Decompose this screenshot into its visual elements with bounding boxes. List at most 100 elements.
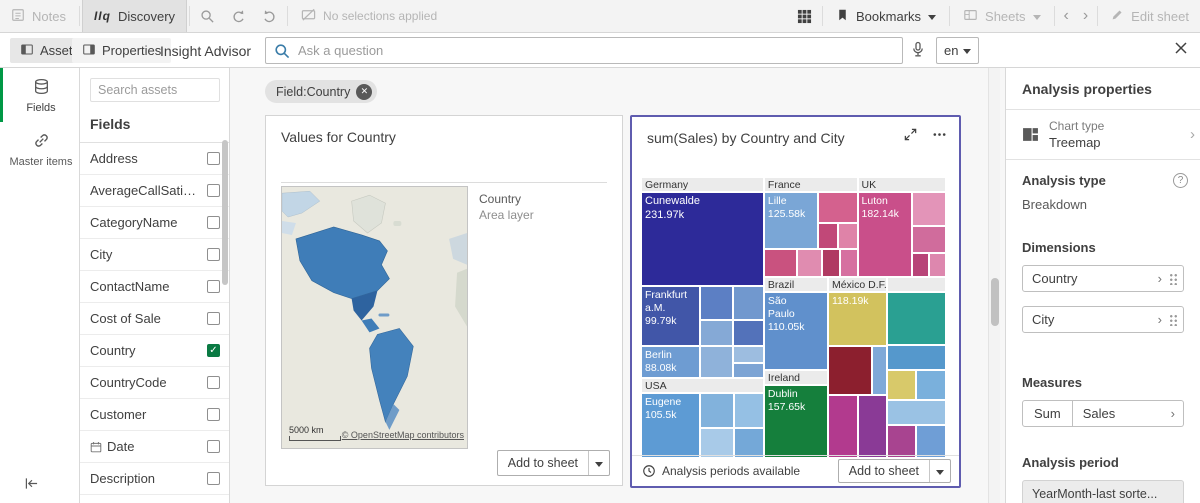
field-row-country[interactable]: Country bbox=[80, 335, 229, 367]
measure-aggregation[interactable]: Sum bbox=[1022, 400, 1073, 427]
sheets-button[interactable]: Sheets bbox=[952, 0, 1051, 32]
treemap-group-header[interactable] bbox=[887, 277, 946, 292]
field-row-averagecallsatisfaction[interactable]: AverageCallSatisfa... bbox=[80, 175, 229, 207]
notes-button[interactable]: Notes bbox=[0, 0, 77, 32]
add-to-sheet-button[interactable]: Add to sheet bbox=[497, 450, 610, 476]
more-options-icon[interactable] bbox=[932, 127, 947, 145]
search-assets-input[interactable] bbox=[90, 78, 220, 102]
treemap-cell-dublin[interactable]: Dublin 157.65k bbox=[764, 385, 828, 458]
treemap-cell-lille[interactable]: Lille 125.58k bbox=[764, 192, 818, 249]
treemap-group-header[interactable]: Brazil bbox=[764, 277, 828, 292]
help-icon[interactable]: ? bbox=[1173, 173, 1188, 188]
treemap-cell-cunewalde[interactable]: Cunewalde 231.97k bbox=[641, 192, 764, 286]
drag-handle[interactable] bbox=[1168, 313, 1177, 326]
field-checkbox[interactable] bbox=[207, 248, 220, 261]
chart-type-row[interactable]: Chart type Treemap › bbox=[1006, 110, 1200, 159]
field-checkbox[interactable] bbox=[207, 280, 220, 293]
treemap-cell-luton[interactable]: Luton 182.14k bbox=[858, 192, 912, 277]
treemap-group-header[interactable]: France bbox=[764, 177, 858, 192]
treemap-cell[interactable] bbox=[887, 425, 917, 458]
analysis-period-item[interactable]: YearMonth-last sorte... bbox=[1022, 480, 1184, 503]
treemap-cell[interactable] bbox=[887, 345, 946, 370]
treemap-cell[interactable] bbox=[700, 346, 733, 378]
treemap-cell[interactable] bbox=[733, 320, 764, 346]
add-to-sheet-button[interactable]: Add to sheet bbox=[838, 459, 951, 483]
treemap-group-header[interactable]: México D.F. bbox=[828, 277, 887, 292]
field-checkbox[interactable] bbox=[207, 216, 220, 229]
treemap-cell[interactable] bbox=[887, 292, 946, 345]
treemap-cell[interactable] bbox=[887, 370, 917, 400]
measure-field[interactable]: Sales › bbox=[1073, 400, 1184, 427]
language-select[interactable]: en bbox=[936, 37, 979, 64]
field-checkbox[interactable] bbox=[207, 152, 220, 165]
field-row-city[interactable]: City bbox=[80, 239, 229, 271]
field-checkbox[interactable] bbox=[207, 440, 220, 453]
treemap-group-header[interactable]: USA bbox=[641, 378, 764, 393]
treemap-cell[interactable] bbox=[916, 370, 946, 400]
treemap-cell[interactable] bbox=[733, 363, 764, 378]
sidebar-tab-fields[interactable]: Fields bbox=[0, 68, 79, 122]
dimension-item-country[interactable]: Country › bbox=[1022, 265, 1184, 292]
field-row-cost-of-sale[interactable]: Cost of Sale bbox=[80, 303, 229, 335]
treemap-cell-frankfurt[interactable]: Frankfurt a.M. 99.79k bbox=[641, 286, 700, 346]
field-checkbox-checked[interactable] bbox=[207, 344, 220, 357]
add-to-sheet-dropdown[interactable] bbox=[588, 451, 609, 475]
bookmarks-button[interactable]: Bookmarks bbox=[825, 0, 947, 32]
treemap-cell[interactable] bbox=[818, 223, 838, 249]
step-forward-icon[interactable] bbox=[254, 0, 285, 32]
field-row-contactname[interactable]: ContactName bbox=[80, 271, 229, 303]
treemap-cell[interactable] bbox=[700, 286, 733, 320]
drag-handle[interactable] bbox=[1168, 272, 1177, 285]
properties-button[interactable]: Properties bbox=[72, 38, 171, 63]
smart-search-icon[interactable] bbox=[192, 0, 223, 32]
map[interactable]: 5000 km © OpenStreetMap contributors bbox=[281, 186, 468, 449]
next-sheet-button[interactable]: › bbox=[1076, 0, 1095, 32]
treemap-cell[interactable] bbox=[822, 249, 839, 277]
expand-icon[interactable] bbox=[903, 127, 918, 145]
treemap-group-header[interactable]: Ireland bbox=[764, 370, 828, 385]
close-icon[interactable] bbox=[1174, 41, 1188, 58]
treemap-cell[interactable] bbox=[734, 393, 764, 428]
previous-sheet-button[interactable]: ‹ bbox=[1057, 0, 1076, 32]
main-scrollbar[interactable] bbox=[988, 68, 1000, 503]
scrollbar-thumb[interactable] bbox=[991, 278, 999, 326]
map-card[interactable]: Values for Country bbox=[265, 115, 623, 486]
measure-item-sales[interactable]: Sum Sales › bbox=[1022, 400, 1184, 427]
field-checkbox[interactable] bbox=[207, 472, 220, 485]
treemap[interactable]: Germany France UK Brazil México D.F. Ire… bbox=[641, 177, 946, 458]
treemap-cell-eugene[interactable]: Eugene 105.5k bbox=[641, 393, 700, 458]
dimension-item-city[interactable]: City › bbox=[1022, 306, 1184, 333]
treemap-cell[interactable] bbox=[818, 192, 858, 223]
treemap-cell[interactable] bbox=[828, 395, 859, 458]
filter-chip[interactable]: Field:Country ✕ bbox=[265, 80, 377, 103]
edit-sheet-button[interactable]: Edit sheet bbox=[1100, 0, 1200, 32]
treemap-group-header[interactable]: UK bbox=[858, 177, 946, 192]
treemap-cell[interactable] bbox=[700, 428, 734, 458]
treemap-cell[interactable] bbox=[797, 249, 822, 277]
treemap-cell[interactable] bbox=[840, 249, 858, 277]
treemap-cell[interactable] bbox=[929, 253, 946, 277]
treemap-cell[interactable] bbox=[764, 249, 798, 277]
chevron-right-icon[interactable]: › bbox=[1187, 126, 1198, 143]
treemap-cell-sao-paulo[interactable]: São Paulo 110.05k bbox=[764, 292, 828, 370]
discovery-tab[interactable]: IIq Discovery bbox=[82, 0, 187, 32]
field-checkbox[interactable] bbox=[207, 312, 220, 325]
map-attribution[interactable]: © OpenStreetMap contributors bbox=[342, 430, 464, 440]
treemap-cell[interactable] bbox=[912, 192, 946, 227]
treemap-cell[interactable] bbox=[733, 346, 764, 363]
treemap-cell[interactable] bbox=[838, 223, 858, 249]
field-row-description[interactable]: Description bbox=[80, 463, 229, 495]
field-row-address[interactable]: Address bbox=[80, 143, 229, 175]
field-checkbox[interactable] bbox=[207, 184, 220, 197]
remove-filter-icon[interactable]: ✕ bbox=[356, 84, 372, 100]
field-row-customer[interactable]: Customer bbox=[80, 399, 229, 431]
treemap-cell[interactable] bbox=[872, 346, 887, 395]
treemap-cell-berlin[interactable]: Berlin 88.08k bbox=[641, 346, 700, 378]
field-row-date[interactable]: Date bbox=[80, 431, 229, 463]
treemap-cell[interactable] bbox=[700, 320, 733, 346]
step-back-icon[interactable] bbox=[223, 0, 254, 32]
treemap-cell[interactable] bbox=[887, 400, 946, 425]
collapse-panel-icon[interactable] bbox=[24, 477, 39, 493]
ask-question-input[interactable] bbox=[298, 43, 894, 58]
field-row-countrycode[interactable]: CountryCode bbox=[80, 367, 229, 399]
